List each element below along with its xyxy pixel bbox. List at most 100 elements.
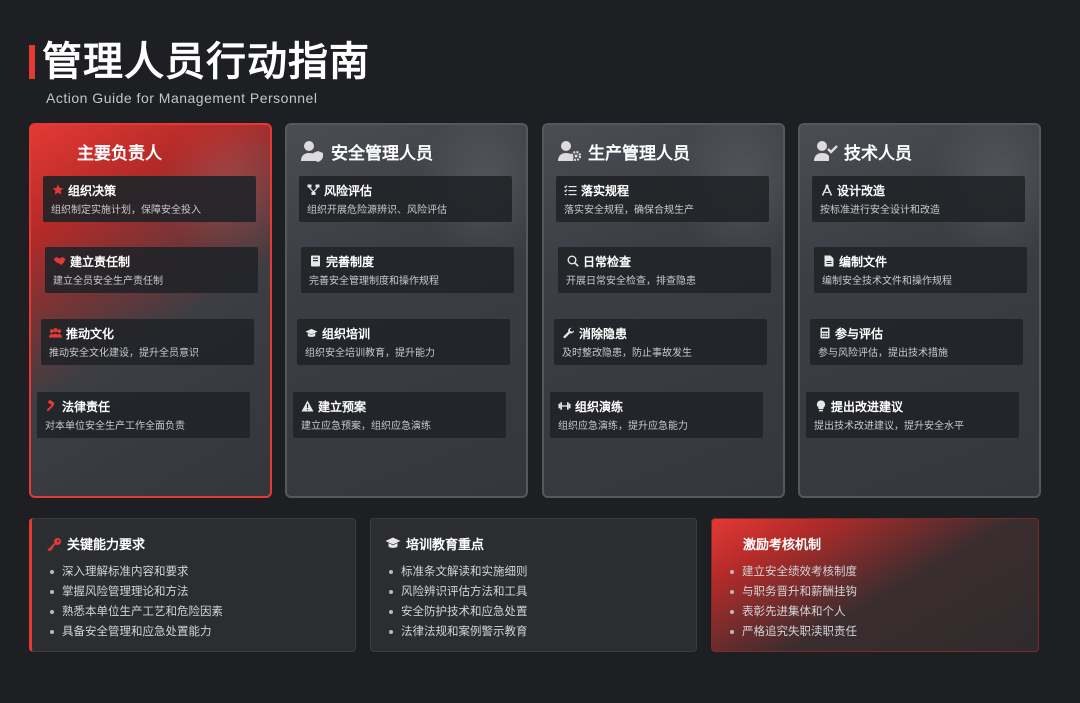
graduation-cap-icon (305, 327, 318, 340)
duty-desc: 组织应急演练，提升应急能力 (558, 421, 688, 432)
duty-desc: 编制安全技术文件和操作规程 (822, 276, 952, 287)
duty-title: 编制文件 (839, 254, 888, 269)
network-icon (307, 184, 320, 197)
duty-item: 建立预案 建立应急预案，组织应急演练 (293, 392, 506, 438)
duty-desc: 组织开展危险源辨识、风险评估 (307, 205, 447, 216)
calculator-icon (818, 327, 831, 340)
duty-desc: 建立应急预案，组织应急演练 (301, 421, 431, 432)
duty-desc: 建立全员安全生产责任制 (53, 276, 163, 287)
duty-desc: 完善安全管理制度和操作规程 (309, 276, 439, 287)
role-title: 技术人员 (844, 143, 912, 164)
duty-title: 组织培训 (322, 326, 371, 341)
role-header: 主要负责人 (77, 137, 162, 165)
duty-item: 消除隐患 及时整改隐患，防止事故发生 (554, 319, 767, 365)
duty-title: 建立责任制 (70, 254, 131, 269)
duty-title: 推动文化 (66, 326, 115, 341)
duty-item: 组织决策 组织制定实施计划，保障安全投入 (43, 176, 256, 222)
duty-title: 法律责任 (62, 399, 111, 414)
duty-item: 日常检查 开展日常安全检查，排查隐患 (558, 247, 771, 293)
book-icon (309, 255, 322, 268)
key-ability-card: 关键能力要求 深入理解标准内容和要求 掌握风险管理理论和方法 熟悉本单位生产工艺… (29, 518, 356, 652)
duty-title: 消除隐患 (579, 326, 628, 341)
duty-item: 风险评估 组织开展危险源辨识、风险评估 (299, 176, 512, 222)
role-header: 生产管理人员 (558, 137, 690, 165)
compass-icon (820, 184, 833, 197)
duty-title: 完善制度 (326, 254, 375, 269)
list-item: 掌握风险管理理论和方法 (50, 581, 223, 601)
title-accent-bar (29, 45, 35, 79)
user-shield-icon (301, 139, 325, 163)
user-gear-icon (558, 139, 582, 163)
role-card-principal: 主要负责人 组织决策 组织制定实施计划，保障安全投入 建立责任制 建立全员安全生… (29, 123, 272, 498)
duty-item: 参与评估 参与风险评估，提出技术措施 (810, 319, 1023, 365)
card-header: 关键能力要求 (46, 534, 145, 553)
card-header: 激励考核机制 (743, 534, 821, 553)
duty-title: 落实规程 (581, 183, 630, 198)
list-item: 安全防护技术和应急处置 (389, 601, 528, 621)
duty-title: 日常检查 (583, 254, 632, 269)
duty-title: 组织演练 (575, 399, 624, 414)
card-title: 激励考核机制 (743, 538, 822, 553)
role-title: 主要负责人 (77, 143, 162, 164)
key-icon (46, 536, 62, 552)
duty-title: 建立预案 (318, 399, 367, 414)
list-item: 严格追究失职渎职责任 (730, 621, 857, 641)
duty-item: 法律责任 对本单位安全生产工作全面负责 (37, 392, 250, 438)
gavel-icon (45, 399, 58, 413)
role-card-production-manager: 生产管理人员 落实规程 落实安全规程，确保合规生产 日常检查 开展日常安全检查，… (542, 123, 785, 498)
people-icon (49, 327, 62, 340)
dumbbell-icon (558, 400, 571, 413)
list-item: 与职务晋升和薪酬挂钩 (730, 581, 857, 601)
role-card-safety-manager: 安全管理人员 风险评估 组织开展危险源辨识、风险评估 完善制度 完善安全管理制度… (285, 123, 528, 498)
duty-item: 建立责任制 建立全员安全生产责任制 (45, 247, 258, 293)
role-title: 安全管理人员 (331, 143, 433, 164)
duty-title: 参与评估 (835, 326, 884, 341)
list-item: 表彰先进集体和个人 (730, 601, 857, 621)
duty-desc: 按标准进行安全设计和改造 (820, 205, 940, 216)
training-list: 标准条文解读和实施细则 风险辨识评估方法和工具 安全防护技术和应急处置 法律法规… (389, 561, 528, 641)
duty-item: 推动文化 推动安全文化建设，提升全员意识 (41, 319, 254, 365)
card-title: 关键能力要求 (67, 538, 146, 553)
wrench-icon (562, 327, 575, 340)
duty-desc: 落实安全规程，确保合规生产 (564, 205, 694, 216)
duty-item: 组织演练 组织应急演练，提升应急能力 (550, 392, 763, 438)
duty-desc: 组织安全培训教育，提升能力 (305, 348, 435, 359)
duty-desc: 对本单位安全生产工作全面负责 (45, 421, 185, 432)
duty-title: 风险评估 (324, 183, 373, 198)
role-header: 技术人员 (814, 137, 912, 165)
search-icon (566, 255, 579, 268)
duty-title: 设计改造 (837, 183, 886, 198)
training-focus-card: 培训教育重点 标准条文解读和实施细则 风险辨识评估方法和工具 安全防护技术和应急… (370, 518, 697, 652)
list-item: 标准条文解读和实施细则 (389, 561, 528, 581)
card-title: 培训教育重点 (406, 538, 485, 553)
handshake-icon (53, 255, 66, 268)
list-item: 风险辨识评估方法和工具 (389, 581, 528, 601)
duty-desc: 推动安全文化建设，提升全员意识 (49, 348, 199, 359)
file-icon (822, 255, 835, 268)
list-item: 熟悉本单位生产工艺和危险因素 (50, 601, 223, 621)
list-check-icon (564, 184, 577, 197)
incentive-list: 建立安全绩效考核制度 与职务晋升和薪酬挂钩 表彰先进集体和个人 严格追究失职渎职… (730, 561, 857, 641)
duty-item: 落实规程 落实安全规程，确保合规生产 (556, 176, 769, 222)
duty-item: 提出改进建议 提出技术改进建议，提升安全水平 (806, 392, 1019, 438)
duty-desc: 及时整改隐患，防止事故发生 (562, 348, 692, 359)
duty-item: 完善制度 完善安全管理制度和操作规程 (301, 247, 514, 293)
duty-title: 组织决策 (68, 183, 117, 198)
warning-icon (301, 400, 314, 413)
list-item: 建立安全绩效考核制度 (730, 561, 857, 581)
lightbulb-icon (814, 400, 827, 413)
duty-desc: 组织制定实施计划，保障安全投入 (51, 205, 201, 216)
list-item: 深入理解标准内容和要求 (50, 561, 223, 581)
duty-item: 设计改造 按标准进行安全设计和改造 (812, 176, 1025, 222)
page-title: 管理人员行动指南 (42, 39, 370, 85)
duty-item: 编制文件 编制安全技术文件和操作规程 (814, 247, 1027, 293)
duty-title: 提出改进建议 (831, 399, 904, 414)
star-icon (51, 184, 64, 197)
duty-desc: 参与风险评估，提出技术措施 (818, 348, 948, 359)
role-title: 生产管理人员 (588, 143, 690, 164)
role-header: 安全管理人员 (301, 137, 433, 165)
ability-list: 深入理解标准内容和要求 掌握风险管理理论和方法 熟悉本单位生产工艺和危险因素 具… (50, 561, 223, 641)
page-subtitle: Action Guide for Management Personnel (46, 90, 318, 106)
graduation-cap-icon (385, 536, 401, 552)
duty-item: 组织培训 组织安全培训教育，提升能力 (297, 319, 510, 365)
